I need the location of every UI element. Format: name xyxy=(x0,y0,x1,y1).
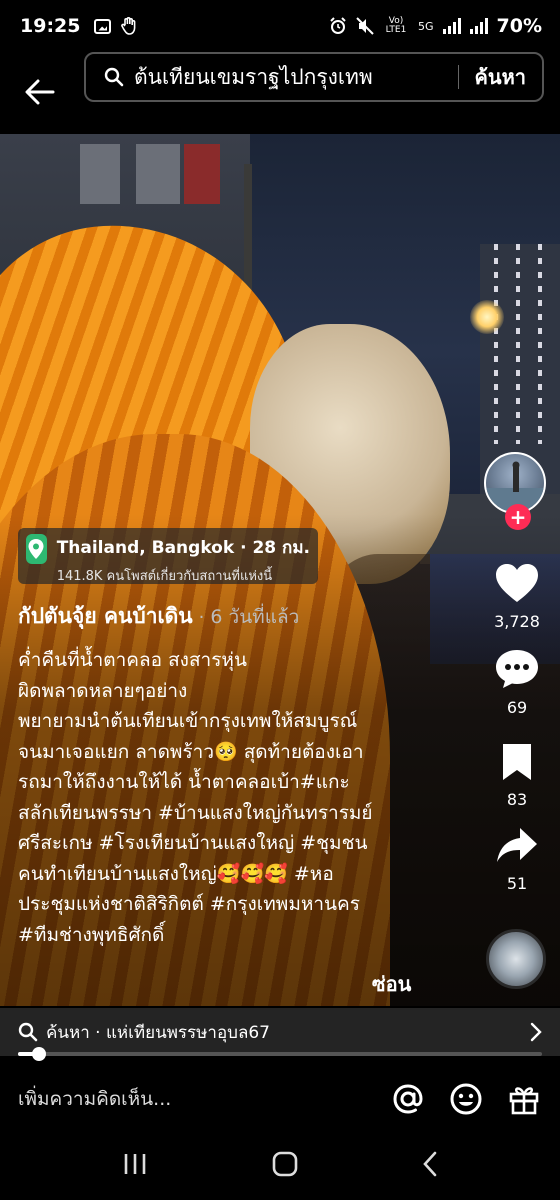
heart-icon xyxy=(496,564,538,602)
chevron-right-icon xyxy=(530,1022,542,1042)
like-button[interactable]: 3,728 xyxy=(484,562,550,631)
search-icon xyxy=(104,67,124,87)
back-button[interactable] xyxy=(0,62,80,122)
signal-1-icon xyxy=(442,18,461,34)
clock: 19:25 xyxy=(20,15,81,37)
bookmark-count: 83 xyxy=(506,790,528,809)
network-5g-label: 5G xyxy=(417,19,434,33)
search-field[interactable]: ต้นเทียนเขมราฐไปกรุงเทพ ค้นหา xyxy=(84,52,544,102)
recent-apps-icon xyxy=(124,1154,146,1174)
post-caption[interactable]: ค่ำคืนที่น้ำตาคลอ สงสารหุ่น ผิดพลาดหลายๆ… xyxy=(18,645,418,950)
mention-button[interactable] xyxy=(390,1081,426,1117)
gallery-icon xyxy=(94,18,112,34)
related-search-bar[interactable]: ค้นหา · แห่เทียนพรรษาอุบล67 xyxy=(0,1008,560,1056)
location-pin-icon xyxy=(26,534,47,564)
mute-icon xyxy=(356,17,374,35)
location-title: Thailand, Bangkok · 28 กม. xyxy=(56,538,310,558)
smiley-icon xyxy=(450,1083,482,1115)
bookmark-button[interactable]: 83 xyxy=(484,742,550,809)
comment-count: 69 xyxy=(506,698,528,717)
like-count: 3,728 xyxy=(494,612,540,631)
recent-apps-button[interactable] xyxy=(122,1152,148,1180)
search-button[interactable]: ค้นหา xyxy=(475,61,526,93)
status-bar: 19:25 Vo) LTE1 5G 70% xyxy=(0,0,560,52)
gift-button[interactable] xyxy=(506,1081,542,1117)
back-chevron-icon xyxy=(423,1151,437,1177)
back-nav-button[interactable] xyxy=(422,1151,438,1181)
hand-icon xyxy=(121,17,136,35)
share-button[interactable]: 51 xyxy=(484,826,550,893)
emoji-button[interactable] xyxy=(448,1081,484,1117)
volte-label: Vo) LTE1 xyxy=(385,16,407,35)
search-header: ต้นเทียนเขมราฐไปกรุงเทพ ค้นหา xyxy=(0,52,560,132)
system-nav-bar xyxy=(0,1132,560,1200)
gift-icon xyxy=(509,1087,539,1115)
location-subtitle: 141.8K คนโพสต์เกี่ยวกับสถานที่แห่งนี้ xyxy=(56,569,273,584)
arrow-left-icon xyxy=(25,79,55,105)
follow-button[interactable]: + xyxy=(505,504,531,530)
comment-input[interactable]: เพิ่มความคิดเห็น... xyxy=(18,1084,368,1114)
comment-icon xyxy=(496,650,538,688)
alarm-icon xyxy=(330,17,346,34)
battery-level: 70% xyxy=(496,15,542,37)
action-rail: + 3,728 69 83 51 xyxy=(484,452,550,893)
street-lamp xyxy=(470,300,504,334)
progress-knob[interactable] xyxy=(31,1047,46,1061)
search-icon xyxy=(18,1022,38,1042)
comment-button[interactable]: 69 xyxy=(484,648,550,717)
author-row: กัปตันจุ้ย คนบ้าเดิน · 6 วันที่แล้ว xyxy=(18,600,299,633)
related-search-label: ค้นหา · แห่เทียนพรรษาอุบล67 xyxy=(46,1022,270,1043)
creator-avatar[interactable]: + xyxy=(484,452,546,530)
signal-2-icon xyxy=(469,18,488,34)
music-disc[interactable] xyxy=(486,929,546,989)
post-time: 6 วันที่แล้ว xyxy=(210,606,300,628)
author-name[interactable]: กัปตันจุ้ย คนบ้าเดิน xyxy=(18,600,193,633)
bookmark-icon xyxy=(503,744,531,780)
share-count: 51 xyxy=(506,874,528,893)
search-divider xyxy=(457,65,459,89)
video-progress-bar[interactable] xyxy=(18,1047,542,1061)
separator-dot: · xyxy=(198,607,205,628)
at-sign-icon xyxy=(393,1084,423,1114)
comment-bar: เพิ่มความคิดเห็น... xyxy=(0,1066,560,1132)
hide-caption-button[interactable]: ซ่อน xyxy=(372,968,411,1000)
search-query[interactable]: ต้นเทียนเขมราฐไปกรุงเทพ xyxy=(134,61,442,94)
location-text: Thailand, Bangkok · 28 กม. 141.8K คนโพสต… xyxy=(57,534,310,586)
home-icon xyxy=(272,1151,298,1177)
home-button[interactable] xyxy=(272,1151,298,1181)
share-arrow-icon xyxy=(497,828,537,862)
location-tag[interactable]: Thailand, Bangkok · 28 กม. 141.8K คนโพสต… xyxy=(18,528,318,584)
